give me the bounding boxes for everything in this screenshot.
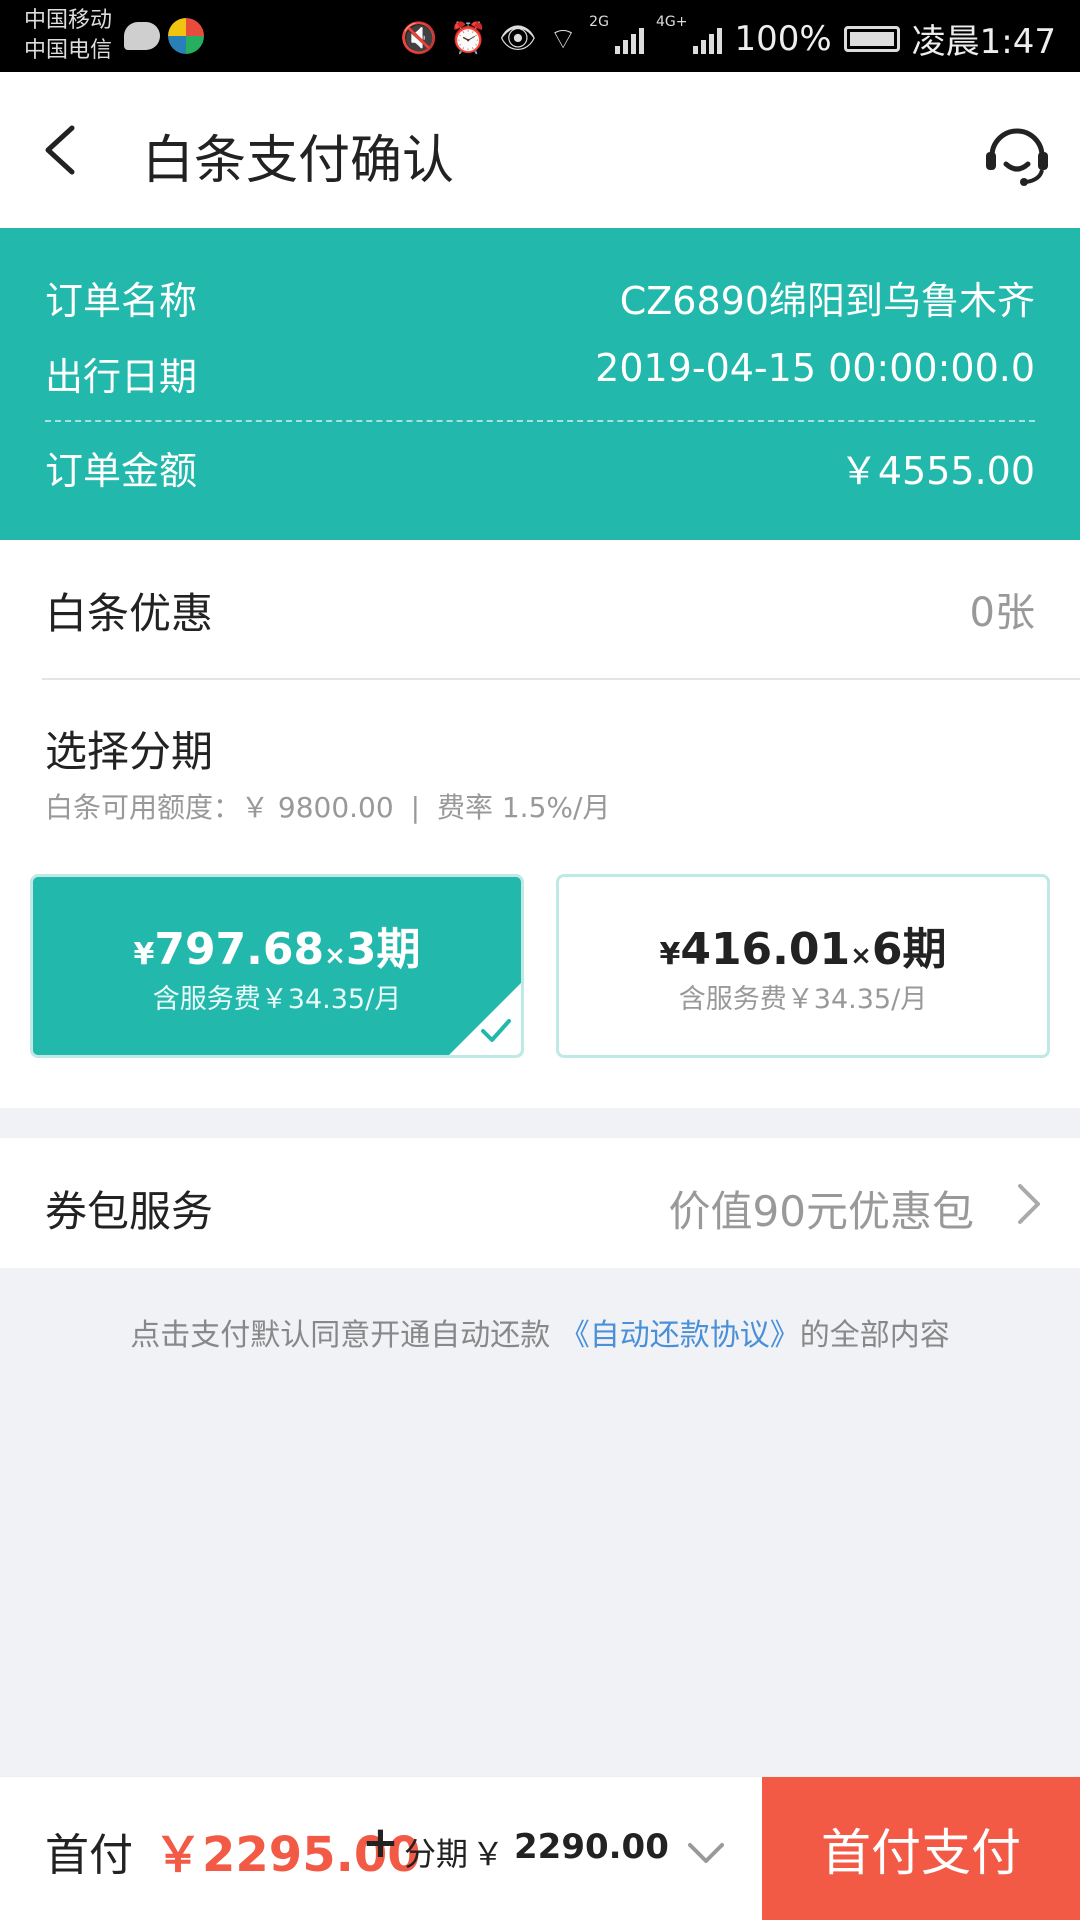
coupon-count: 0张 xyxy=(969,590,1035,636)
dashed-divider xyxy=(45,420,1035,422)
plus-sign: + xyxy=(362,1817,399,1868)
plan-currency: ¥ xyxy=(133,937,155,972)
available-credit: 白条可用额度：￥ 9800.00 xyxy=(45,791,394,824)
chevron-right-icon xyxy=(1018,1184,1040,1224)
agreement-prefix: 点击支付默认同意开通自动还款 xyxy=(130,1318,551,1353)
travel-date-value: 2019-04-15 00:00:00.0 xyxy=(595,346,1035,390)
network-2g-label: 2G xyxy=(589,14,609,30)
mute-icon: 🔇 xyxy=(400,21,438,56)
order-amount-value: ￥4555.00 xyxy=(839,449,1035,493)
eye-icon: 👁 xyxy=(498,21,537,56)
check-icon xyxy=(481,1019,511,1042)
order-name-label: 订单名称 xyxy=(45,279,198,323)
package-value: 价值90元优惠包 xyxy=(668,1187,974,1236)
back-button[interactable] xyxy=(36,122,86,178)
plan-amount: 797.68 xyxy=(154,924,325,975)
plan-option-3[interactable]: ¥797.68×3期 含服务费￥34.35/月 xyxy=(30,874,524,1058)
status-bar: 中国移动 中国电信 🔇 ⏰ 👁 ⌔ 2G 4G+ 100% 凌晨1:47 xyxy=(0,0,1080,72)
expand-details-button[interactable] xyxy=(682,1829,730,1877)
carrier-2: 中国电信 xyxy=(24,38,113,63)
message-icon xyxy=(124,22,160,50)
travel-date-label: 出行日期 xyxy=(45,355,198,399)
header: 白条支付确认 xyxy=(0,72,1080,228)
plan-periods: 6期 xyxy=(871,924,947,975)
order-amount-label: 订单金额 xyxy=(45,449,198,493)
installment-currency: ￥ xyxy=(472,1835,505,1873)
carrier-1: 中国移动 xyxy=(24,8,113,33)
installment-amount: 2290.00 xyxy=(514,1827,669,1867)
customer-service-button[interactable] xyxy=(982,118,1052,188)
plan-fee: 含服务费￥34.35/月 xyxy=(678,984,928,1015)
clock: 凌晨1:47 xyxy=(911,22,1056,62)
bottom-pay-bar: 首付 ￥2295.00 + 分期 ￥ 2290.00 首付支付 xyxy=(0,1776,1080,1920)
package-label: 券包服务 xyxy=(45,1187,214,1236)
installment-title: 选择分期 xyxy=(45,727,214,776)
plan-times: × xyxy=(850,941,872,971)
agreement-notice: 点击支付默认同意开通自动还款 《自动还款协议》的全部内容 xyxy=(0,1310,1080,1354)
coupon-package-row[interactable]: 券包服务 价值90元优惠包 xyxy=(0,1138,1080,1268)
chevron-left-icon xyxy=(45,125,75,175)
divider xyxy=(42,678,1080,680)
fee-rate: 费率 1.5%/月 xyxy=(436,791,611,824)
down-payment-pay-button[interactable]: 首付支付 xyxy=(762,1777,1080,1920)
credit-info: 白条可用额度：￥ 9800.00 | 费率 1.5%/月 xyxy=(45,786,618,826)
headset-icon xyxy=(986,128,1048,186)
battery-percent: 100% xyxy=(734,18,832,59)
plan-times: × xyxy=(324,941,346,971)
app-notification-icon xyxy=(168,18,204,54)
order-info-panel: 订单名称 CZ6890绵阳到乌鲁木齐 出行日期 2019-04-15 00:00… xyxy=(0,228,1080,540)
coupon-label: 白条优惠 xyxy=(45,589,214,638)
coupon-row[interactable]: 白条优惠 0张 xyxy=(45,580,1035,641)
page-title: 白条支付确认 xyxy=(142,131,455,191)
down-payment-label: 首付 xyxy=(45,1830,133,1881)
carrier-info: 中国移动 中国电信 xyxy=(24,6,112,66)
order-name-row: 订单名称 CZ6890绵阳到乌鲁木齐 xyxy=(45,270,1035,325)
network-4g-label: 4G+ xyxy=(655,14,688,30)
plan-amount: 416.01 xyxy=(680,924,851,975)
agreement-suffix: 的全部内容 xyxy=(799,1318,950,1353)
wifi-icon: ⌔ xyxy=(548,21,578,57)
plan-periods: 3期 xyxy=(345,924,421,975)
signal-icon xyxy=(693,24,723,54)
plan-option-6[interactable]: ¥416.01×6期 含服务费￥34.35/月 xyxy=(556,874,1050,1058)
auto-repay-agreement-link[interactable]: 《自动还款协议》 xyxy=(560,1318,800,1353)
order-amount-row: 订单金额 ￥4555.00 xyxy=(45,440,1035,495)
plan-fee: 含服务费￥34.35/月 xyxy=(152,984,402,1015)
alarm-icon: ⏰ xyxy=(449,21,487,56)
signal-icon xyxy=(614,24,644,54)
battery-icon xyxy=(843,25,900,52)
travel-date-row: 出行日期 2019-04-15 00:00:00.0 xyxy=(45,346,1035,401)
installment-label: 分期 xyxy=(404,1835,469,1873)
credit-separator: | xyxy=(410,791,421,824)
plan-currency: ¥ xyxy=(659,937,681,972)
installment-section: 白条优惠 0张 选择分期 白条可用额度：￥ 9800.00 | 费率 1.5%/… xyxy=(0,540,1080,1108)
order-name-value: CZ6890绵阳到乌鲁木齐 xyxy=(619,279,1035,323)
chevron-down-icon xyxy=(688,1843,724,1863)
